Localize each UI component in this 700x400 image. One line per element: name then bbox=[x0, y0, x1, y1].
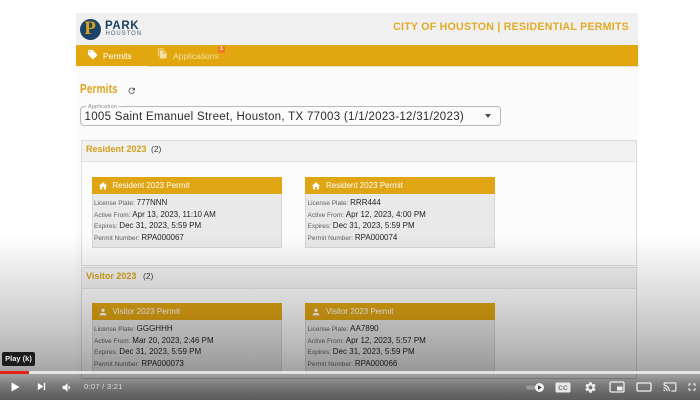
svg-text:CC: CC bbox=[558, 385, 568, 392]
